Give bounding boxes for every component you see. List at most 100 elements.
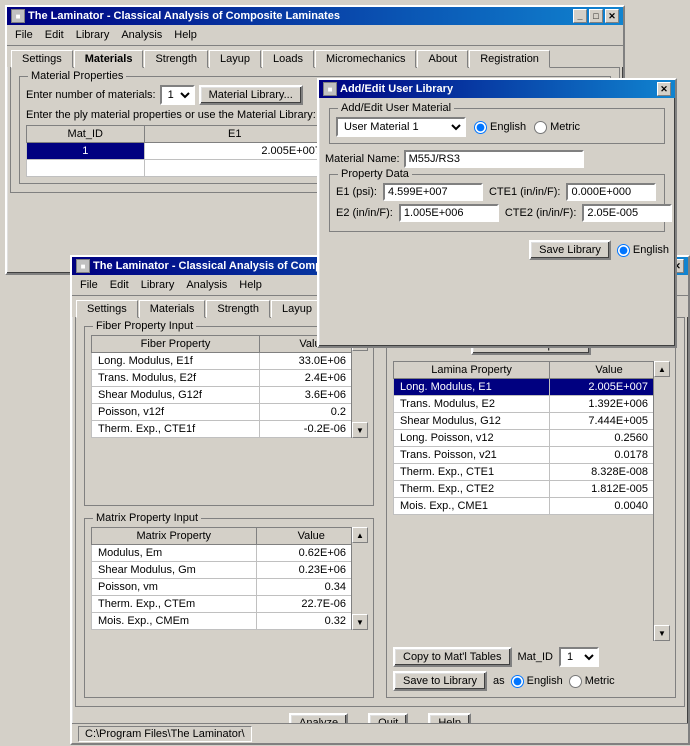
fiber-table-row: Therm. Exp., CTE1f-0.2E-06 (92, 421, 367, 438)
close-button[interactable]: ✕ (605, 9, 619, 23)
lamina-val: 1.392E+006 (550, 396, 669, 413)
matrix-table-row: Therm. Exp., CTEm22.7E-06 (92, 596, 367, 613)
maximize-button[interactable]: □ (589, 9, 603, 23)
tab-loads[interactable]: Loads (262, 50, 314, 68)
addedit-dialog: ■ Add/Edit User Library ✕ Add/Edit User … (317, 78, 677, 348)
lamina-prop: Shear Modulus, G12 (394, 413, 550, 430)
lamina-output-group: Lamina Property Output Calculate Propert… (386, 326, 676, 698)
lamina-scroll-up[interactable]: ▲ (654, 361, 670, 377)
save-to-library-button[interactable]: Save to Library (393, 671, 487, 691)
matrix-val: 22.7E-06 (256, 596, 366, 613)
addedit-icon: ■ (323, 82, 337, 96)
e1-psi-label: E1 (psi): (336, 186, 377, 198)
matrix-col-value: Value (256, 528, 366, 545)
addedit-title-bar: ■ Add/Edit User Library ✕ (319, 80, 675, 98)
fiber-scroll-down[interactable]: ▼ (352, 422, 368, 438)
menu-help[interactable]: Help (168, 27, 203, 43)
front-tab-settings[interactable]: Settings (76, 300, 138, 318)
addedit-user-material-group: Add/Edit User Material User Material 1 U… (329, 108, 665, 144)
e2-input[interactable] (399, 204, 499, 222)
save-english-radio[interactable] (617, 244, 630, 257)
matrix-scrollbar[interactable]: ▲ ▼ (351, 527, 367, 630)
user-material-select[interactable]: User Material 1 User Material 2 (336, 117, 466, 137)
save-library-button[interactable]: Save Library (529, 240, 611, 260)
col-e1: E1 (144, 126, 325, 143)
lamina-prop: Therm. Exp., CTE2 (394, 481, 550, 498)
lamina-val: 7.444E+005 (550, 413, 669, 430)
cte2-label: CTE2 (in/in/F): (505, 207, 577, 219)
menu-library[interactable]: Library (70, 27, 116, 43)
lamina-prop: Long. Modulus, E1 (394, 379, 550, 396)
lamina-val: 1.812E-005 (550, 481, 669, 498)
minimize-button[interactable]: _ (573, 9, 587, 23)
lamina-prop: Therm. Exp., CTE1 (394, 464, 550, 481)
addedit-close-button[interactable]: ✕ (657, 82, 671, 96)
tab-about[interactable]: About (417, 50, 468, 68)
matrix-val: 0.23E+06 (256, 562, 366, 579)
fiber-input-group: Fiber Property Input Fiber Property Valu… (84, 326, 374, 506)
front-tab-materials[interactable]: Materials (139, 300, 206, 318)
lamina-scrollbar[interactable]: ▲ ▼ (653, 361, 669, 641)
matrix-table: Matrix Property Value Modulus, Em0.62E+0… (91, 527, 367, 630)
num-materials-label: Enter number of materials: (26, 89, 156, 101)
cte1-input[interactable] (566, 183, 656, 201)
menu-edit[interactable]: Edit (39, 27, 70, 43)
fiber-scrollbar[interactable]: ▲ ▼ (351, 335, 367, 438)
menu-file[interactable]: File (9, 27, 39, 43)
addedit-metric-radio[interactable] (534, 121, 547, 134)
fiber-table: Fiber Property Value Long. Modulus, E1f3… (91, 335, 367, 438)
tab-settings[interactable]: Settings (11, 50, 73, 68)
prop-row-e1: E1 (psi): CTE1 (in/in/F): (336, 183, 658, 201)
lamina-table-row: Long. Poisson, v120.2560 (394, 430, 669, 447)
front-menu-edit[interactable]: Edit (104, 277, 135, 293)
material-library-button[interactable]: Material Library... (199, 85, 303, 105)
e1-psi-input[interactable] (383, 183, 483, 201)
as-label: as (493, 675, 505, 687)
mat-name-input[interactable] (404, 150, 584, 168)
matrix-val: 0.34 (256, 579, 366, 596)
metric-radio[interactable] (569, 675, 582, 688)
tab-materials[interactable]: Materials (74, 50, 144, 68)
front-menu-analysis[interactable]: Analysis (180, 277, 233, 293)
matrix-scroll-up[interactable]: ▲ (352, 527, 368, 543)
e2-label: E2 (in/in/F): (336, 207, 393, 219)
status-text: C:\Program Files\The Laminator\ (78, 726, 252, 742)
lamina-table: Lamina Property Value Long. Modulus, E12… (393, 361, 669, 515)
matrix-scroll-down[interactable]: ▼ (352, 614, 368, 630)
lamina-table-row: Therm. Exp., CTE18.328E-008 (394, 464, 669, 481)
main-title-buttons: _ □ ✕ (573, 9, 619, 23)
lamina-prop: Trans. Poisson, v21 (394, 447, 550, 464)
addedit-english-radio[interactable] (474, 121, 487, 134)
matid-select[interactable]: 1 (559, 647, 599, 667)
cte2-input[interactable] (582, 204, 672, 222)
front-tab-strength[interactable]: Strength (206, 300, 270, 318)
matrix-table-row: Poisson, vm0.34 (92, 579, 367, 596)
copy-to-matl-button[interactable]: Copy to Mat'l Tables (393, 647, 512, 667)
num-materials-select[interactable]: 1 (160, 85, 195, 105)
front-menu-help[interactable]: Help (233, 277, 268, 293)
fiber-input-label: Fiber Property Input (93, 320, 196, 332)
english-label: English (527, 675, 563, 687)
fiber-prop: Trans. Modulus, E2f (92, 370, 260, 387)
save-english-label[interactable]: English (617, 244, 669, 257)
addedit-english-label[interactable]: English (474, 121, 526, 134)
menu-analysis[interactable]: Analysis (115, 27, 168, 43)
tab-strength[interactable]: Strength (144, 50, 208, 68)
prop-data-group: Property Data E1 (psi): CTE1 (in/in/F): … (329, 174, 665, 232)
front-menu-file[interactable]: File (74, 277, 104, 293)
tab-layup[interactable]: Layup (209, 50, 261, 68)
tab-registration[interactable]: Registration (469, 50, 550, 68)
tab-micromechanics[interactable]: Micromechanics (315, 50, 416, 68)
english-radio[interactable] (511, 675, 524, 688)
matrix-val: 0.62E+06 (256, 545, 366, 562)
front-tab-layup[interactable]: Layup (271, 300, 323, 318)
english-radio-label[interactable]: English (511, 675, 563, 688)
status-bar: C:\Program Files\The Laminator\ (72, 723, 688, 743)
lamina-scroll-down[interactable]: ▼ (654, 625, 670, 641)
addedit-title: Add/Edit User Library (340, 83, 453, 95)
cell-matid: 1 (27, 143, 145, 160)
front-menu-library[interactable]: Library (135, 277, 181, 293)
metric-radio-label[interactable]: Metric (569, 675, 615, 688)
addedit-metric-label[interactable]: Metric (534, 121, 580, 134)
prop-data-label: Property Data (338, 168, 412, 180)
